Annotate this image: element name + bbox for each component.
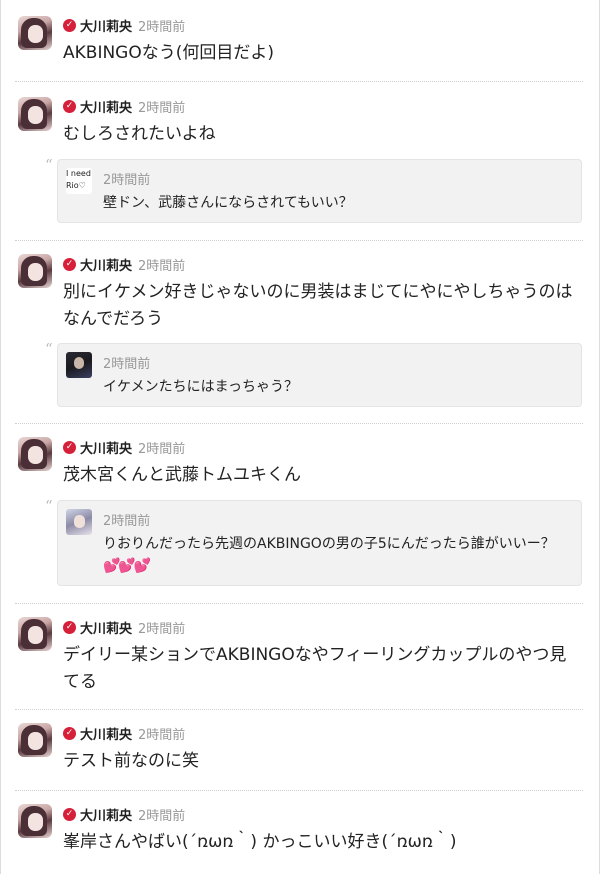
reply-avatar[interactable]: I need Rio♡	[66, 168, 92, 194]
divider	[15, 603, 583, 604]
reply-time: 2時間前	[103, 357, 151, 372]
verified-check-icon: ✓	[63, 18, 76, 32]
post-time[interactable]: 2時間前	[138, 724, 185, 743]
quote-icon: “	[45, 497, 53, 515]
avatar[interactable]	[18, 97, 52, 131]
reply-card[interactable]: 2時間前 イケメンたちにはまっちゃう？	[57, 343, 582, 407]
post-header: ✓ 大川莉央 2時間前	[63, 723, 185, 743]
post-time[interactable]: 2時間前	[138, 805, 185, 824]
verified-check-icon: ✓	[63, 99, 76, 113]
post-header: ✓ 大川莉央 2時間前	[63, 617, 185, 637]
quote-icon: “	[45, 340, 53, 358]
divider	[15, 790, 583, 791]
post-header: ✓ 大川莉央 2時間前	[63, 804, 185, 824]
reply-avatar[interactable]	[66, 352, 92, 378]
post-time[interactable]: 2時間前	[138, 97, 185, 116]
author-name[interactable]: 大川莉央	[80, 618, 132, 637]
post-header: ✓ 大川莉央 2時間前	[63, 15, 185, 35]
post-text: デイリー某ションでAKBINGOなやフィーリングカップルのやつ見てる	[63, 645, 567, 692]
reply-text: りおりんだったら先週のAKBINGOの男の子5にんだったら誰がいいー？ 💕💕💕	[103, 533, 573, 577]
post-time[interactable]: 2時間前	[138, 618, 185, 637]
reply-text-body: りおりんだったら先週のAKBINGOの男の子5にんだったら誰がいいー？	[103, 536, 555, 552]
verified-check-icon: ✓	[63, 726, 76, 740]
divider	[15, 240, 583, 241]
quote-icon: “	[45, 156, 53, 174]
verified-check-icon: ✓	[63, 257, 76, 271]
post-header: ✓ 大川莉央 2時間前	[63, 437, 185, 457]
post-text: AKBINGOなう(何回目だよ)	[63, 43, 274, 63]
divider	[15, 81, 583, 82]
post-header: ✓ 大川莉央 2時間前	[63, 96, 185, 116]
verified-check-icon: ✓	[63, 807, 76, 821]
reply-avatar[interactable]	[66, 509, 92, 535]
reply-text: 壁ドン、武藤さんにならされてもいい？	[103, 195, 353, 211]
avatar[interactable]	[18, 804, 52, 838]
divider	[15, 423, 583, 424]
heart-emoji-icon: 💕💕💕	[103, 558, 151, 574]
post-text: 峯岸さんやばい(´ռωռ｀) かっこいい好き(´ռωռ｀)	[63, 832, 457, 852]
avatar[interactable]	[18, 16, 52, 50]
post-header: ✓ 大川莉央 2時間前	[63, 254, 185, 274]
avatar[interactable]	[18, 617, 52, 651]
timeline-feed: ✓ 大川莉央 2時間前 AKBINGOなう(何回目だよ) ✓ 大川莉央 2時間前…	[0, 0, 600, 874]
avatar[interactable]	[18, 254, 52, 288]
post-text: 別にイケメン好きじゃないのに男装はまじてにやにやしちゃうのはなんでだろう	[63, 282, 573, 329]
post-time[interactable]: 2時間前	[138, 16, 185, 35]
reply-card[interactable]: 2時間前 りおりんだったら先週のAKBINGOの男の子5にんだったら誰がいいー？…	[57, 500, 582, 586]
verified-check-icon: ✓	[63, 440, 76, 454]
author-name[interactable]: 大川莉央	[80, 438, 132, 457]
reply-text: イケメンたちにはまっちゃう？	[103, 379, 299, 395]
post-text: 茂木宮くんと武藤トムユキくん	[63, 465, 301, 485]
post-time[interactable]: 2時間前	[138, 255, 185, 274]
author-name[interactable]: 大川莉央	[80, 724, 132, 743]
verified-check-icon: ✓	[63, 620, 76, 634]
reply-time: 2時間前	[103, 173, 151, 188]
author-name[interactable]: 大川莉央	[80, 255, 132, 274]
post-text: むしろされたいよね	[63, 124, 216, 144]
reply-time: 2時間前	[103, 514, 151, 529]
divider	[15, 709, 583, 710]
author-name[interactable]: 大川莉央	[80, 16, 132, 35]
post-time[interactable]: 2時間前	[138, 438, 185, 457]
reply-card[interactable]: I need Rio♡ 2時間前 壁ドン、武藤さんにならされてもいい？	[57, 159, 582, 223]
author-name[interactable]: 大川莉央	[80, 805, 132, 824]
post-text: テスト前なのに笑	[63, 751, 199, 771]
author-name[interactable]: 大川莉央	[80, 97, 132, 116]
avatar[interactable]	[18, 723, 52, 757]
avatar[interactable]	[18, 437, 52, 471]
